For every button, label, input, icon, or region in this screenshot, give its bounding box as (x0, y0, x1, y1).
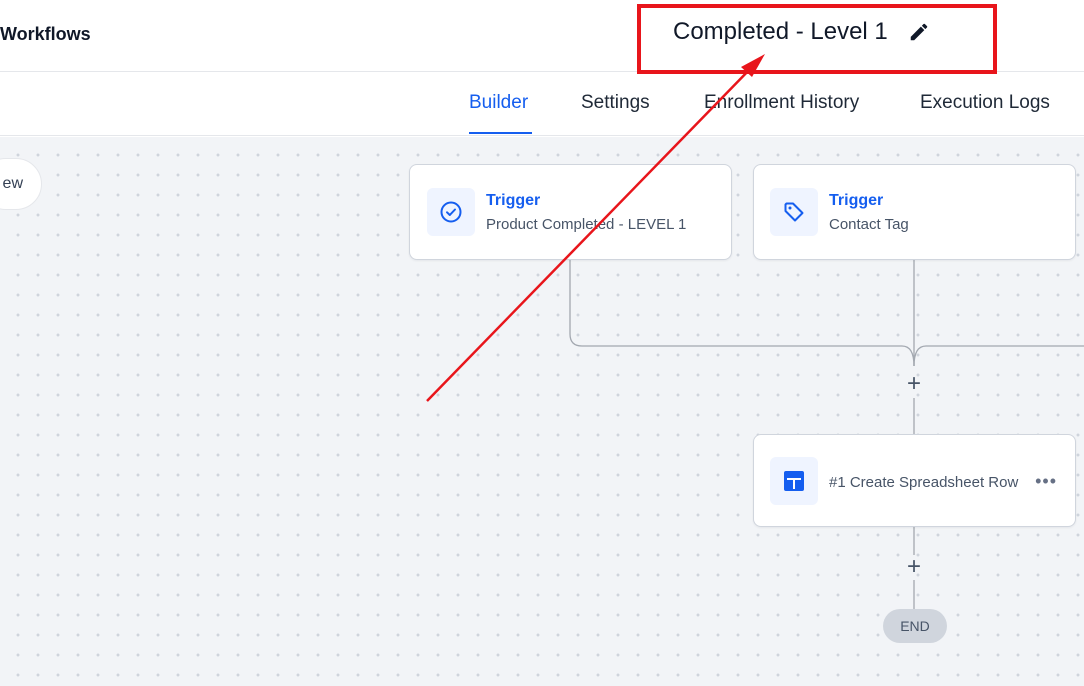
annotation-highlight-box (637, 4, 997, 74)
tab-bar: Builder Settings Enrollment History Exec… (0, 72, 1084, 136)
more-options-icon[interactable]: ••• (1035, 471, 1057, 492)
action-label: #1 Create Spreadsheet Row (829, 474, 1019, 491)
add-step-button[interactable]: + (901, 553, 927, 580)
tag-icon (770, 188, 818, 236)
breadcrumb-workflows[interactable]: Workflows (0, 24, 91, 45)
add-step-button[interactable]: + (901, 370, 927, 397)
tab-settings[interactable]: Settings (581, 92, 650, 114)
trigger-node-contact-tag[interactable]: Trigger Contact Tag (753, 164, 1076, 260)
tab-enrollment-history[interactable]: Enrollment History (704, 92, 859, 114)
trigger-type-label: Trigger (829, 192, 884, 209)
tab-execution-logs[interactable]: Execution Logs (920, 92, 1050, 114)
trigger-description: Contact Tag (829, 216, 909, 233)
action-node-create-spreadsheet-row[interactable]: #1 Create Spreadsheet Row ••• (753, 434, 1076, 527)
check-circle-icon (427, 188, 475, 236)
trigger-description: Product Completed - LEVEL 1 (486, 216, 687, 233)
trigger-node-product-completed[interactable]: Trigger Product Completed - LEVEL 1 (409, 164, 732, 260)
end-node: END (883, 609, 947, 643)
canvas-left-button-label: ew (2, 175, 23, 192)
trigger-type-label: Trigger (486, 192, 541, 209)
spreadsheet-icon (770, 457, 818, 505)
active-tab-indicator (469, 132, 532, 134)
tab-builder[interactable]: Builder (469, 92, 528, 114)
